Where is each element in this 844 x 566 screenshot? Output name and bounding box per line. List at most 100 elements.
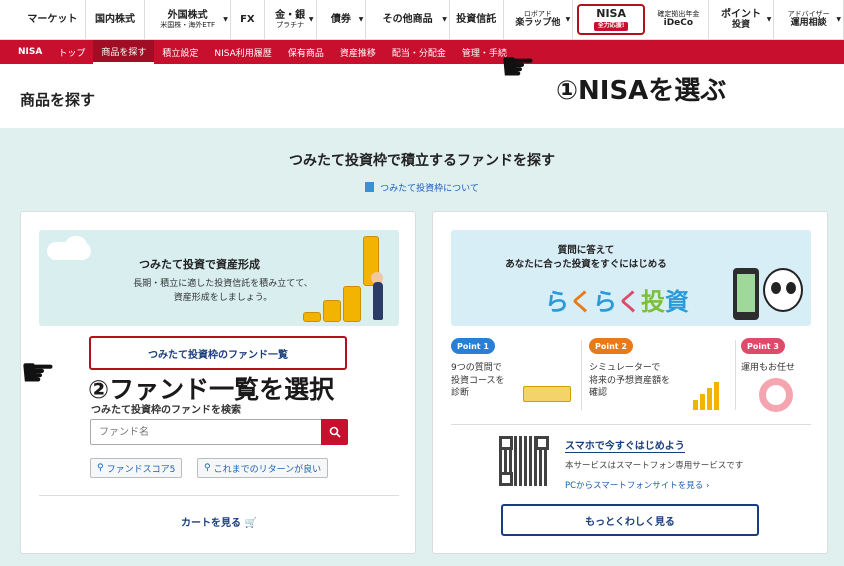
- qr-corner: [499, 472, 513, 486]
- banner-title: つみたて投資で資産形成: [139, 258, 260, 271]
- qr-corner: [535, 436, 549, 450]
- chevron-down-icon: ▼: [223, 16, 228, 23]
- subnav-item-7[interactable]: 配当・分配金: [384, 40, 454, 64]
- search-icon: ⚲: [97, 463, 104, 473]
- subnav-item-0[interactable]: NISA: [10, 40, 50, 64]
- subnav-item-5[interactable]: 保有商品: [280, 40, 332, 64]
- qr-code: [499, 436, 549, 486]
- nav-item-sublabel: 投資: [732, 20, 751, 31]
- nav-item-7[interactable]: 投資信託: [450, 0, 504, 39]
- view-cart-label: カートを見る: [181, 518, 242, 529]
- banner-text: 長期・積立に適した投資信託を積み立てて、 資産形成をしましょう。: [103, 278, 343, 305]
- nav-item-label: 投資信託: [456, 13, 497, 25]
- point-text: シミュレーターで 将来の予想資産額を 確認: [589, 363, 671, 399]
- nisa-sub-navigation: NISA トップ 商品を探す 積立設定 NISA利用履歴 保有商品 資産推移 配当・分配金 管理…: [0, 40, 844, 64]
- divider: [581, 340, 582, 410]
- point-text: 9つの質問で 投資コースを 診断: [451, 363, 505, 399]
- about-tsumitate-label: つみたて投資枠について: [380, 184, 479, 194]
- smartphone-text: 本サービスはスマートフォン専用サービスです: [565, 461, 744, 471]
- donut-chart-icon: [759, 378, 793, 412]
- logo-letter: 資: [665, 288, 689, 316]
- qr-corner: [499, 436, 513, 450]
- nav-item-10[interactable]: 確定拠出年金 iDeCo: [649, 0, 709, 39]
- nav-item-label: その他商品: [382, 13, 433, 25]
- tag-label: これまでのリターンが良い: [213, 464, 322, 475]
- banner-line1: 質問に答えて: [557, 245, 615, 256]
- smartphone-screen: [737, 274, 755, 312]
- search-icon: ⚲: [204, 463, 211, 473]
- step2-annotation: ②ファンド一覧を選択: [88, 375, 335, 404]
- coin-stack-icon: [303, 312, 321, 322]
- nav-item-12[interactable]: アドバイザー 運用相談 ▼: [774, 0, 844, 39]
- chevron-down-icon: ▼: [836, 16, 841, 23]
- rakuraku-card: 質問に答えてあなたに合った投資をすぐにはじめる らくらく投資 Point 1 9…: [432, 211, 828, 554]
- tag-good-returns[interactable]: ⚲ これまでのリターンが良い: [197, 458, 329, 478]
- subnav-item-3[interactable]: 積立設定: [154, 40, 206, 64]
- divider: [735, 340, 736, 410]
- point-2: Point 2 シミュレーターで 将来の予想資産額を 確認: [589, 334, 729, 416]
- chevron-down-icon: ▼: [358, 16, 364, 23]
- quiz-card-illustration: [523, 386, 571, 402]
- smartphone-title: スマホで今すぐはじめよう: [565, 437, 685, 453]
- banner-line2: あなたに合った投資をすぐにはじめる: [505, 259, 667, 271]
- nav-item-label: 外国株式: [167, 9, 208, 21]
- nav-item-1[interactable]: 国内株式: [86, 0, 146, 39]
- nav-item-11[interactable]: ポイント 投資 ▼: [709, 0, 775, 39]
- tag-fund-score-5[interactable]: ⚲ ファンドスコア5: [90, 458, 183, 478]
- view-cart-link[interactable]: カートを見る 🛒: [21, 514, 417, 529]
- nav-item-sublabel: 運用相談: [790, 18, 827, 29]
- subnav-item-4[interactable]: NISA利用履歴: [206, 40, 279, 64]
- tag-label: ファンドスコア5: [106, 464, 176, 475]
- divider: [39, 495, 399, 496]
- step1-annotation: ①NISAを選ぶ: [556, 76, 727, 106]
- fund-name-input[interactable]: [91, 420, 321, 445]
- about-tsumitate-link[interactable]: つみたて投資枠について: [0, 181, 844, 194]
- search-icon: [329, 426, 341, 438]
- pointing-hand-icon: ☛: [20, 350, 56, 396]
- nav-item-label: 国内株式: [95, 13, 136, 25]
- nav-item-4[interactable]: 金・銀 プラチナ ▼: [265, 0, 317, 39]
- nav-item-8[interactable]: ロボアド 楽ラップ他 ▼: [504, 0, 574, 39]
- points-section: Point 1 9つの質問で 投資コースを 診断 Point 2 シミュレーターで将…: [451, 334, 811, 416]
- bar-chart-icon: [700, 394, 705, 410]
- point-badge: Point 3: [741, 338, 785, 354]
- person-illustration: [373, 282, 383, 320]
- chevron-down-icon: ▼: [308, 16, 314, 23]
- subnav-item-1[interactable]: トップ: [50, 40, 93, 64]
- nav-item-label: 金・銀: [275, 9, 306, 21]
- nav-item-label: FX: [240, 13, 255, 25]
- rakuraku-logo: らくらく投資: [545, 282, 689, 317]
- nav-item-6[interactable]: その他商品 ▼: [366, 0, 450, 39]
- subnav-item-2[interactable]: 商品を探す: [93, 40, 155, 64]
- page-title: 商品を探す: [20, 91, 96, 109]
- panda-eye: [771, 282, 781, 294]
- cart-icon: 🛒: [244, 518, 257, 529]
- nav-item-sublabel: 全力応援!: [593, 21, 629, 31]
- bar-chart-icon: [693, 400, 698, 410]
- learn-more-button[interactable]: もっとくわしく見る: [501, 504, 759, 536]
- pointing-hand-icon: ☛: [500, 44, 536, 90]
- divider: [451, 424, 811, 425]
- logo-letter: く: [569, 288, 593, 316]
- banner-text-line1: 長期・積立に適した投資信託を積み立てて、: [133, 279, 313, 289]
- search-button[interactable]: [321, 419, 348, 445]
- nav-item-9[interactable]: NISA 全力応援!: [577, 4, 645, 35]
- chevron-down-icon: ▼: [766, 16, 772, 23]
- nav-item-2[interactable]: 外国株式 米国株・海外ETF ▼: [145, 0, 231, 39]
- nav-item-sublabel: 米国株・海外ETF: [160, 21, 216, 30]
- point-badge: Point 2: [589, 338, 633, 354]
- nav-item-0[interactable]: マーケット: [20, 0, 86, 39]
- tsumitate-banner: つみたて投資で資産形成 長期・積立に適した投資信託を積み立てて、 資産形成をしまし…: [39, 230, 399, 326]
- nav-item-label: ポイント: [721, 8, 762, 20]
- nav-item-label: 確定拠出年金: [657, 10, 700, 19]
- pc-to-smartphone-link[interactable]: PCからスマートフォンサイトを見る ›: [565, 479, 709, 491]
- nav-item-5[interactable]: 債券 ▼: [317, 0, 367, 39]
- rakuraku-banner[interactable]: 質問に答えてあなたに合った投資をすぐにはじめる らくらく投資: [451, 230, 811, 326]
- tsumitate-fund-list-button[interactable]: つみたて投資枠のファンド一覧: [89, 336, 347, 370]
- subnav-item-6[interactable]: 資産推移: [332, 40, 384, 64]
- pc-to-smartphone-label: PCからスマートフォンサイトを見る: [565, 481, 704, 491]
- fund-search-box: [90, 419, 348, 445]
- chevron-down-icon: ▼: [442, 16, 447, 23]
- banner-text-line2: 資産形成をしましょう。: [173, 292, 273, 303]
- nav-item-3[interactable]: FX: [231, 0, 265, 39]
